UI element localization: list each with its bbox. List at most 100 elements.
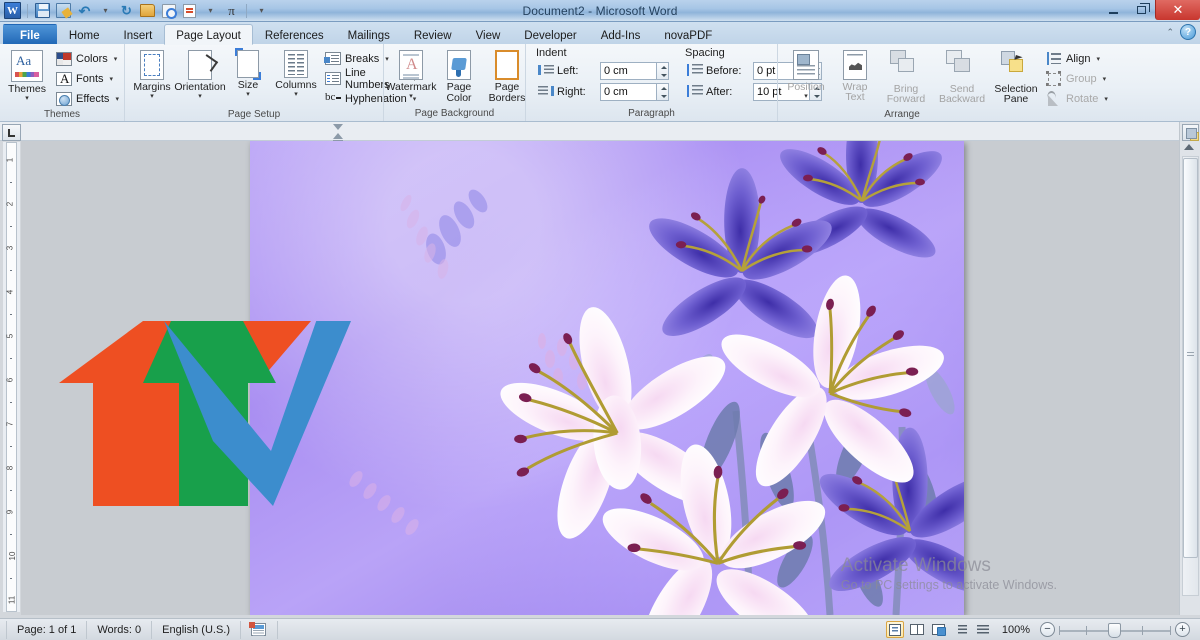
indent-right-input[interactable]: 0 cm bbox=[600, 82, 656, 101]
indent-left-stepper[interactable]: 0 cm bbox=[600, 61, 669, 80]
zoom-level-label[interactable]: 100% bbox=[996, 624, 1036, 636]
themes-button[interactable]: Themes ▾ bbox=[4, 47, 50, 105]
wrap-text-button[interactable]: Wrap Text bbox=[832, 47, 878, 105]
theme-fonts-caret-icon[interactable]: ▾ bbox=[110, 75, 114, 83]
select-browse-object-icon[interactable] bbox=[1182, 124, 1199, 141]
equation-icon[interactable]: π bbox=[222, 1, 241, 20]
indent-left-spin-up-icon[interactable] bbox=[657, 63, 668, 71]
hyphenation-icon bbox=[325, 91, 341, 107]
horizontal-ruler[interactable]: 2 1 1 2 3 4 5 6 7 8 9 10 11 12 13 14 15 … bbox=[0, 122, 1200, 261]
zoom-slider[interactable] bbox=[1059, 622, 1171, 638]
redo-icon[interactable]: ↻ bbox=[117, 1, 136, 20]
open-icon[interactable] bbox=[138, 1, 157, 20]
language-indicator[interactable]: English (U.S.) bbox=[152, 620, 241, 639]
theme-colors-button[interactable]: Colors ▾ bbox=[52, 49, 123, 68]
theme-effects-button[interactable]: Effects ▾ bbox=[52, 89, 123, 108]
word-count[interactable]: Words: 0 bbox=[87, 620, 153, 639]
first-line-indent-marker[interactable] bbox=[333, 124, 343, 130]
orientation-caret-icon[interactable]: ▾ bbox=[198, 93, 202, 100]
minimize-button[interactable] bbox=[1099, 0, 1127, 20]
theme-colors-caret-icon[interactable]: ▾ bbox=[114, 55, 118, 63]
page-color-button[interactable]: Page Color bbox=[436, 47, 482, 107]
vertical-ruler[interactable]: 1 2 3 4 5 6 7 8 9 10 11 bbox=[3, 142, 20, 612]
hanging-indent-marker[interactable] bbox=[333, 133, 343, 139]
columns-caret-icon[interactable]: ▾ bbox=[294, 91, 298, 98]
undo-dropdown-icon[interactable]: ▾ bbox=[96, 1, 115, 20]
theme-fonts-button[interactable]: Fonts ▾ bbox=[52, 69, 123, 88]
group-button[interactable]: Group ▾ bbox=[1042, 69, 1112, 88]
vertical-scrollbar-thumb[interactable] bbox=[1183, 158, 1198, 558]
web-layout-view-button[interactable] bbox=[930, 621, 948, 638]
tab-file[interactable]: File bbox=[3, 24, 57, 45]
selection-pane-button[interactable]: Selection Pane bbox=[992, 47, 1040, 107]
rotate-button[interactable]: Rotate ▾ bbox=[1042, 89, 1112, 108]
indent-left-spin-buttons[interactable] bbox=[656, 61, 669, 80]
columns-button[interactable]: Columns ▾ bbox=[273, 47, 319, 101]
tab-page-layout[interactable]: Page Layout bbox=[164, 24, 253, 45]
print-preview-icon[interactable] bbox=[54, 1, 73, 20]
tab-view[interactable]: View bbox=[464, 24, 513, 45]
margins-button[interactable]: Margins ▾ bbox=[129, 47, 175, 103]
word-app-icon[interactable]: W bbox=[3, 1, 22, 20]
undo-icon[interactable]: ↶ bbox=[75, 1, 94, 20]
rotate-caret-icon[interactable]: ▾ bbox=[1104, 95, 1108, 103]
send-backward-button[interactable]: Send Backward bbox=[934, 47, 990, 107]
align-caret-icon[interactable]: ▾ bbox=[1096, 55, 1100, 63]
new-document-icon[interactable] bbox=[180, 1, 199, 20]
themes-caret-icon[interactable]: ▾ bbox=[25, 95, 29, 102]
tab-stop-selector[interactable] bbox=[2, 124, 21, 141]
print-preview-edit-icon[interactable] bbox=[159, 1, 178, 20]
theme-effects-caret-icon[interactable]: ▾ bbox=[115, 95, 119, 103]
size-caret-icon[interactable]: ▾ bbox=[246, 91, 250, 98]
position-caret-icon[interactable]: ▾ bbox=[804, 93, 808, 100]
watermark-icon bbox=[399, 50, 423, 80]
customize-qat-icon[interactable]: ▾ bbox=[252, 1, 271, 20]
zoom-in-button[interactable]: + bbox=[1175, 622, 1190, 637]
document-page[interactable] bbox=[250, 141, 964, 615]
print-layout-view-button[interactable] bbox=[885, 621, 904, 638]
scroll-up-arrow-icon[interactable] bbox=[1184, 144, 1194, 150]
indent-right-spin-buttons[interactable] bbox=[656, 82, 669, 101]
zoom-slider-thumb[interactable] bbox=[1108, 622, 1121, 638]
group-caret-icon[interactable]: ▾ bbox=[1103, 75, 1107, 83]
tab-insert[interactable]: Insert bbox=[112, 24, 165, 45]
watermark-button[interactable]: Watermark ▾ bbox=[386, 47, 436, 103]
help-icon[interactable]: ? bbox=[1180, 24, 1196, 40]
indent-right-spin-up-icon[interactable] bbox=[657, 84, 668, 92]
size-button[interactable]: Size ▾ bbox=[225, 47, 271, 101]
bring-forward-button[interactable]: Bring Forward bbox=[880, 47, 932, 107]
close-button[interactable]: ✕ bbox=[1155, 0, 1200, 20]
tab-mailings[interactable]: Mailings bbox=[336, 24, 402, 45]
indent-right-stepper[interactable]: 0 cm bbox=[600, 82, 669, 101]
tab-novapdf[interactable]: novaPDF bbox=[652, 24, 724, 45]
draft-view-button[interactable] bbox=[974, 621, 992, 638]
tab-developer[interactable]: Developer bbox=[512, 24, 588, 45]
new-dropdown-icon[interactable]: ▾ bbox=[201, 1, 220, 20]
document-logo-graphic[interactable] bbox=[21, 321, 351, 506]
collapse-ribbon-icon[interactable]: ⌃ bbox=[1166, 27, 1174, 38]
margins-caret-icon[interactable]: ▾ bbox=[150, 93, 154, 100]
tab-review[interactable]: Review bbox=[402, 24, 464, 45]
proofing-status-button[interactable] bbox=[241, 620, 278, 639]
spacing-before-icon bbox=[687, 63, 703, 79]
indent-right-spin-down-icon[interactable] bbox=[657, 92, 668, 100]
position-button[interactable]: Position ▾ bbox=[782, 47, 830, 103]
tab-references[interactable]: References bbox=[253, 24, 336, 45]
watermark-caret-icon[interactable]: ▾ bbox=[409, 93, 413, 100]
full-screen-reading-view-button[interactable] bbox=[908, 621, 926, 638]
indent-left-spin-down-icon[interactable] bbox=[657, 71, 668, 79]
page-indicator[interactable]: Page: 1 of 1 bbox=[6, 620, 88, 639]
save-icon[interactable] bbox=[33, 1, 52, 20]
indent-left-input[interactable]: 0 cm bbox=[600, 61, 656, 80]
align-button[interactable]: Align ▾ bbox=[1042, 49, 1112, 68]
document-canvas[interactable]: Activate Windows Go to PC settings to ac… bbox=[21, 141, 1179, 615]
vertical-scrollbar-pane[interactable] bbox=[1179, 122, 1200, 615]
restore-button[interactable] bbox=[1127, 0, 1155, 20]
tab-home[interactable]: Home bbox=[57, 24, 112, 45]
page-color-icon bbox=[447, 50, 471, 80]
tab-add-ins[interactable]: Add-Ins bbox=[589, 24, 653, 45]
page-borders-button[interactable]: Page Borders bbox=[484, 47, 530, 107]
orientation-button[interactable]: Orientation ▾ bbox=[174, 47, 226, 103]
outline-view-button[interactable] bbox=[952, 621, 970, 638]
zoom-out-button[interactable]: − bbox=[1040, 622, 1055, 637]
